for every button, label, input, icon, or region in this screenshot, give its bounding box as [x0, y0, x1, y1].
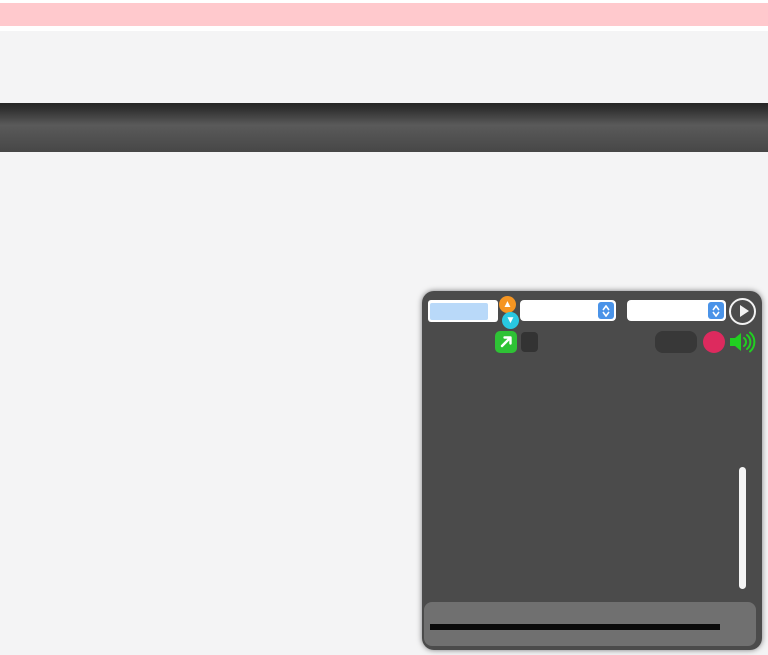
- mode-buttons: [428, 358, 756, 379]
- s-meter-bar: [430, 624, 720, 630]
- band-select-dropdown[interactable]: [520, 300, 616, 321]
- zoom-level-badge: [521, 332, 538, 352]
- diagonal-arrow-icon: [500, 336, 512, 348]
- s-meter: [424, 602, 756, 646]
- freq-down-button[interactable]: ▼: [502, 312, 519, 329]
- extension-select-dropdown[interactable]: [627, 300, 726, 321]
- play-button[interactable]: [729, 298, 756, 325]
- band-label-bar: [0, 3, 768, 26]
- chevron-updown-icon: [708, 302, 724, 319]
- mute-button[interactable]: [728, 330, 756, 354]
- kiwisdr-page: ▲ ▼: [0, 0, 768, 655]
- zoom-buttons: [428, 388, 756, 424]
- record-button[interactable]: [703, 331, 725, 353]
- share-button[interactable]: [495, 331, 517, 353]
- play-icon: [740, 305, 749, 317]
- passband-indicator[interactable]: [0, 103, 768, 152]
- spectrum-area-empty: [0, 31, 768, 103]
- chevron-updown-icon: [598, 302, 614, 319]
- scrollbar-thumb[interactable]: [739, 467, 746, 589]
- speaker-icon: [730, 331, 756, 353]
- frequency-scale[interactable]: [0, 103, 768, 152]
- frequency-input[interactable]: [428, 300, 498, 322]
- panel-tab-buttons: [428, 432, 756, 457]
- freq-up-button[interactable]: ▲: [499, 296, 516, 313]
- spec-button[interactable]: [655, 331, 697, 353]
- control-panel: ▲ ▼: [422, 291, 762, 650]
